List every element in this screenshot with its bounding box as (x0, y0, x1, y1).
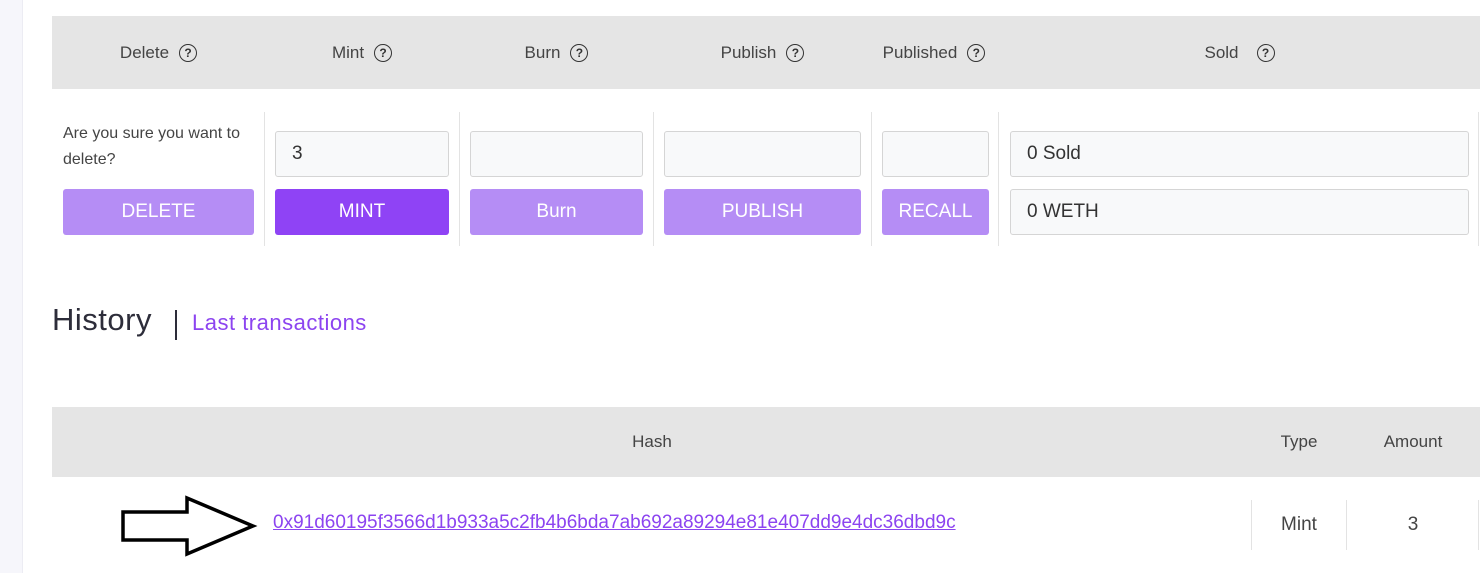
delete-confirm-text: Are you sure you want to delete? (63, 125, 240, 168)
published-input[interactable] (882, 131, 989, 177)
sold-amount-field (1010, 189, 1469, 235)
help-icon[interactable]: ? (967, 43, 986, 62)
header-delete: Delete ? (63, 16, 254, 89)
actions-table-header: Delete ? Mint ? Burn ? Publish ? Publish… (52, 16, 1480, 89)
header-sold: Sold ? (1010, 16, 1469, 89)
header-sold-label: Sold (1204, 42, 1239, 62)
help-icon[interactable]: ? (786, 43, 805, 62)
delete-button[interactable]: DELETE (63, 189, 254, 235)
header-publish: Publish ? (664, 16, 861, 89)
help-icon[interactable]: ? (374, 43, 393, 62)
recall-button[interactable]: RECALL (882, 189, 989, 235)
header-mint: Mint ? (275, 16, 449, 89)
burn-button[interactable]: Burn (470, 189, 643, 235)
column-divider (1478, 112, 1479, 246)
sold-count-field (1010, 131, 1469, 177)
mint-amount-input[interactable] (275, 131, 449, 177)
header-burn: Burn ? (470, 16, 643, 89)
header-mint-label: Mint (331, 42, 365, 62)
history-table-header: Hash Type Amount (52, 407, 1480, 477)
header-burn-label: Burn (524, 42, 561, 62)
column-divider (653, 112, 654, 246)
sidebar-edge (0, 0, 23, 573)
header-delete-label: Delete (119, 42, 170, 62)
burn-amount-input[interactable] (470, 131, 643, 177)
column-divider (1478, 500, 1479, 550)
header-published: Published ? (874, 16, 994, 89)
transaction-type: Mint (1281, 514, 1317, 535)
column-divider (264, 112, 265, 246)
column-divider (998, 112, 999, 246)
column-header-hash: Hash (632, 432, 672, 451)
help-icon[interactable]: ? (179, 43, 198, 62)
column-header-amount: Amount (1383, 432, 1443, 451)
column-divider (459, 112, 460, 246)
help-icon[interactable]: ? (1256, 43, 1275, 62)
transaction-amount: 3 (1407, 514, 1419, 535)
column-divider (871, 112, 872, 246)
history-title: History (52, 302, 152, 337)
arrow-right-icon (121, 495, 258, 557)
history-separator (175, 310, 177, 340)
mint-button[interactable]: MINT (275, 189, 449, 235)
help-icon[interactable]: ? (570, 43, 589, 62)
publish-button[interactable]: PUBLISH (664, 189, 861, 235)
header-publish-label: Publish (720, 42, 777, 62)
transaction-hash-link[interactable]: 0x91d60195f3566d1b933a5c2fb4b6bda7ab692a… (273, 512, 956, 534)
publish-price-input[interactable] (664, 131, 861, 177)
history-subtitle: Last transactions (192, 310, 367, 335)
column-header-type: Type (1280, 432, 1318, 451)
header-published-label: Published (882, 42, 958, 62)
